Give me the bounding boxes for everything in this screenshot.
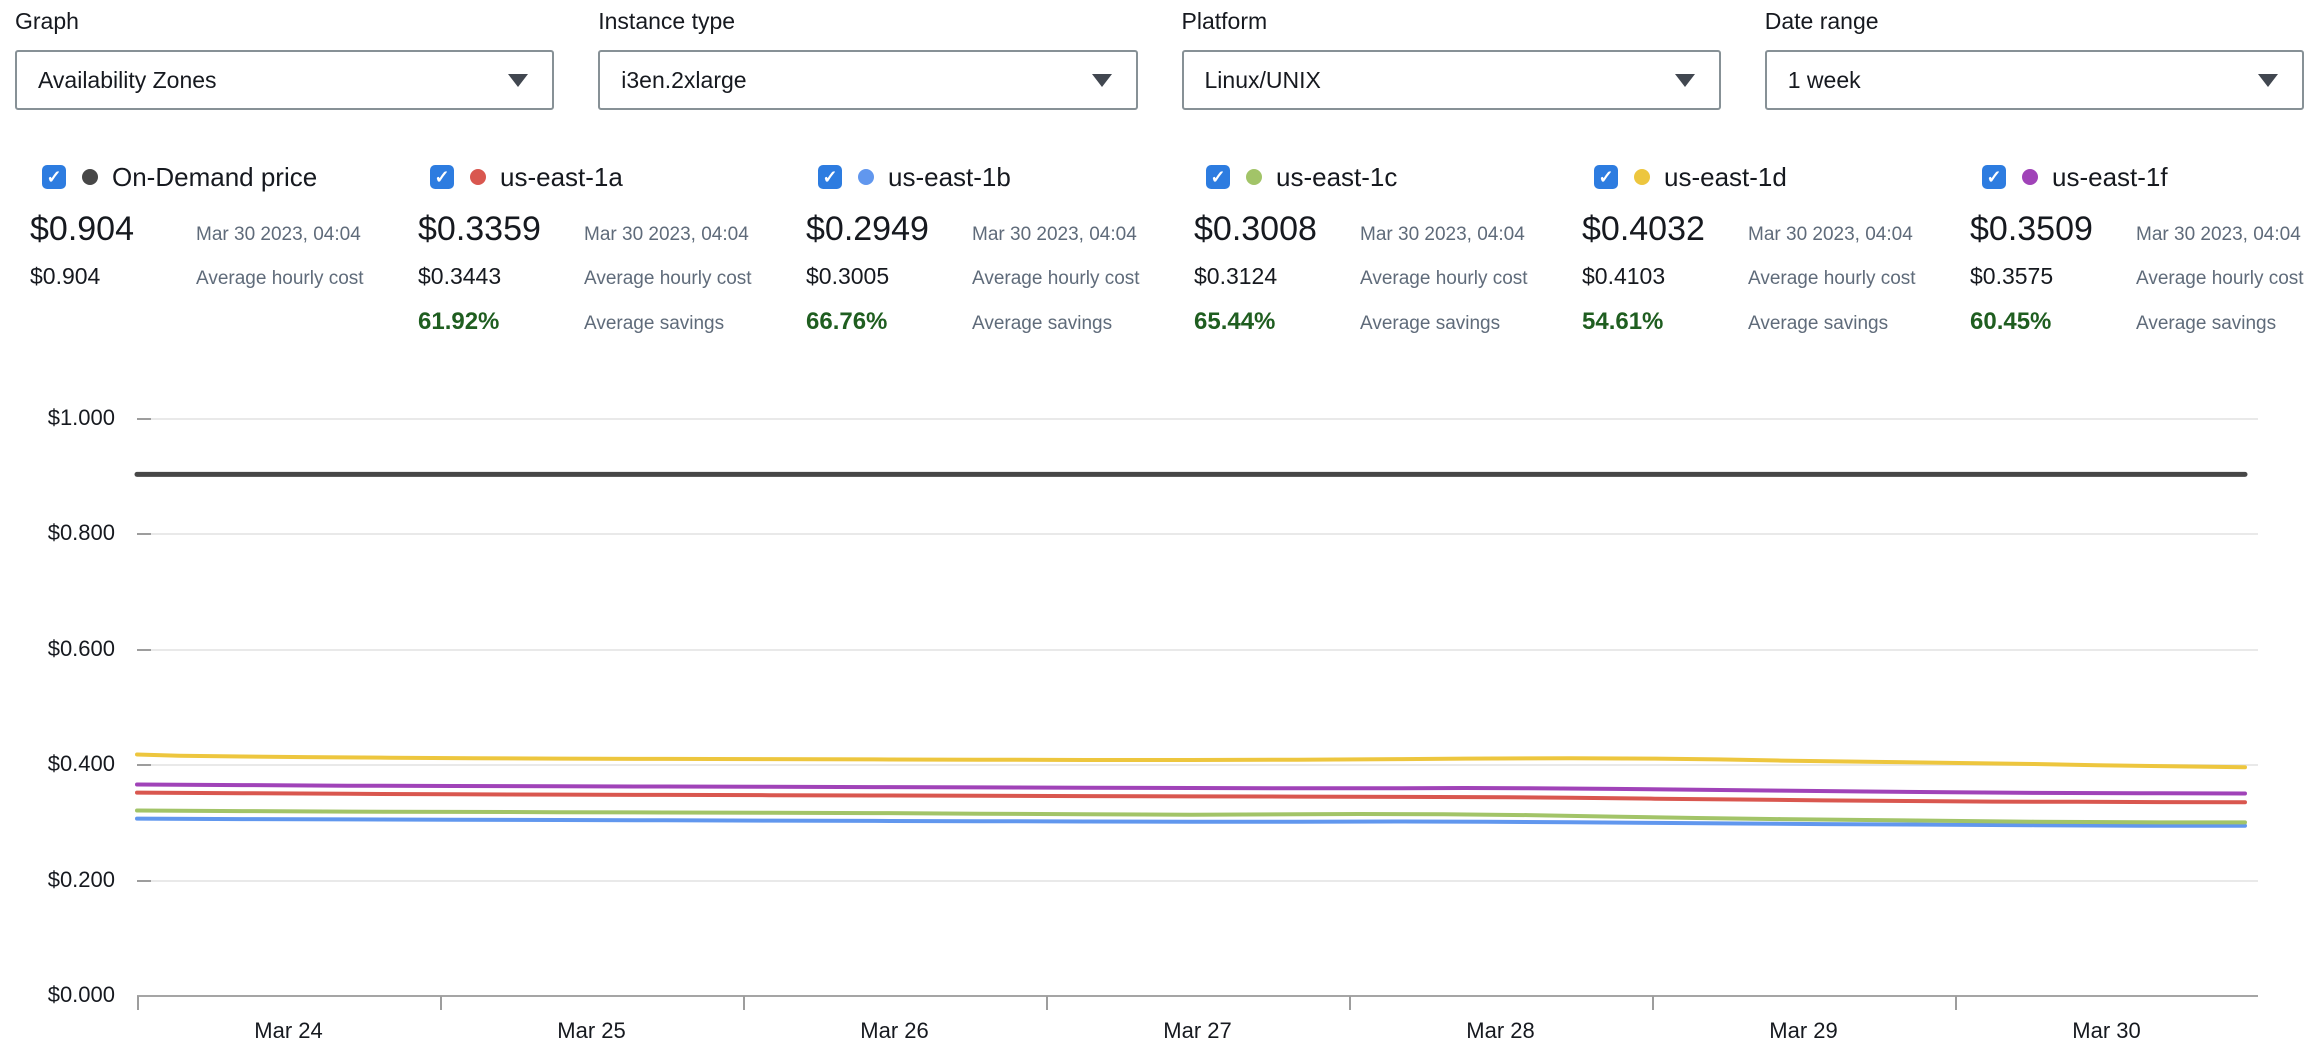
pricing-history-chart: $1.000$0.800$0.600$0.400$0.200$0.000Mar … <box>0 0 2314 1048</box>
spot-pricing-history-page: Graph Availability Zones Instance type i… <box>0 0 2314 1048</box>
series-line-us-east-1d <box>137 755 2245 768</box>
price-lines-svg <box>0 0 2314 1048</box>
series-line-us-east-1f <box>137 785 2245 794</box>
